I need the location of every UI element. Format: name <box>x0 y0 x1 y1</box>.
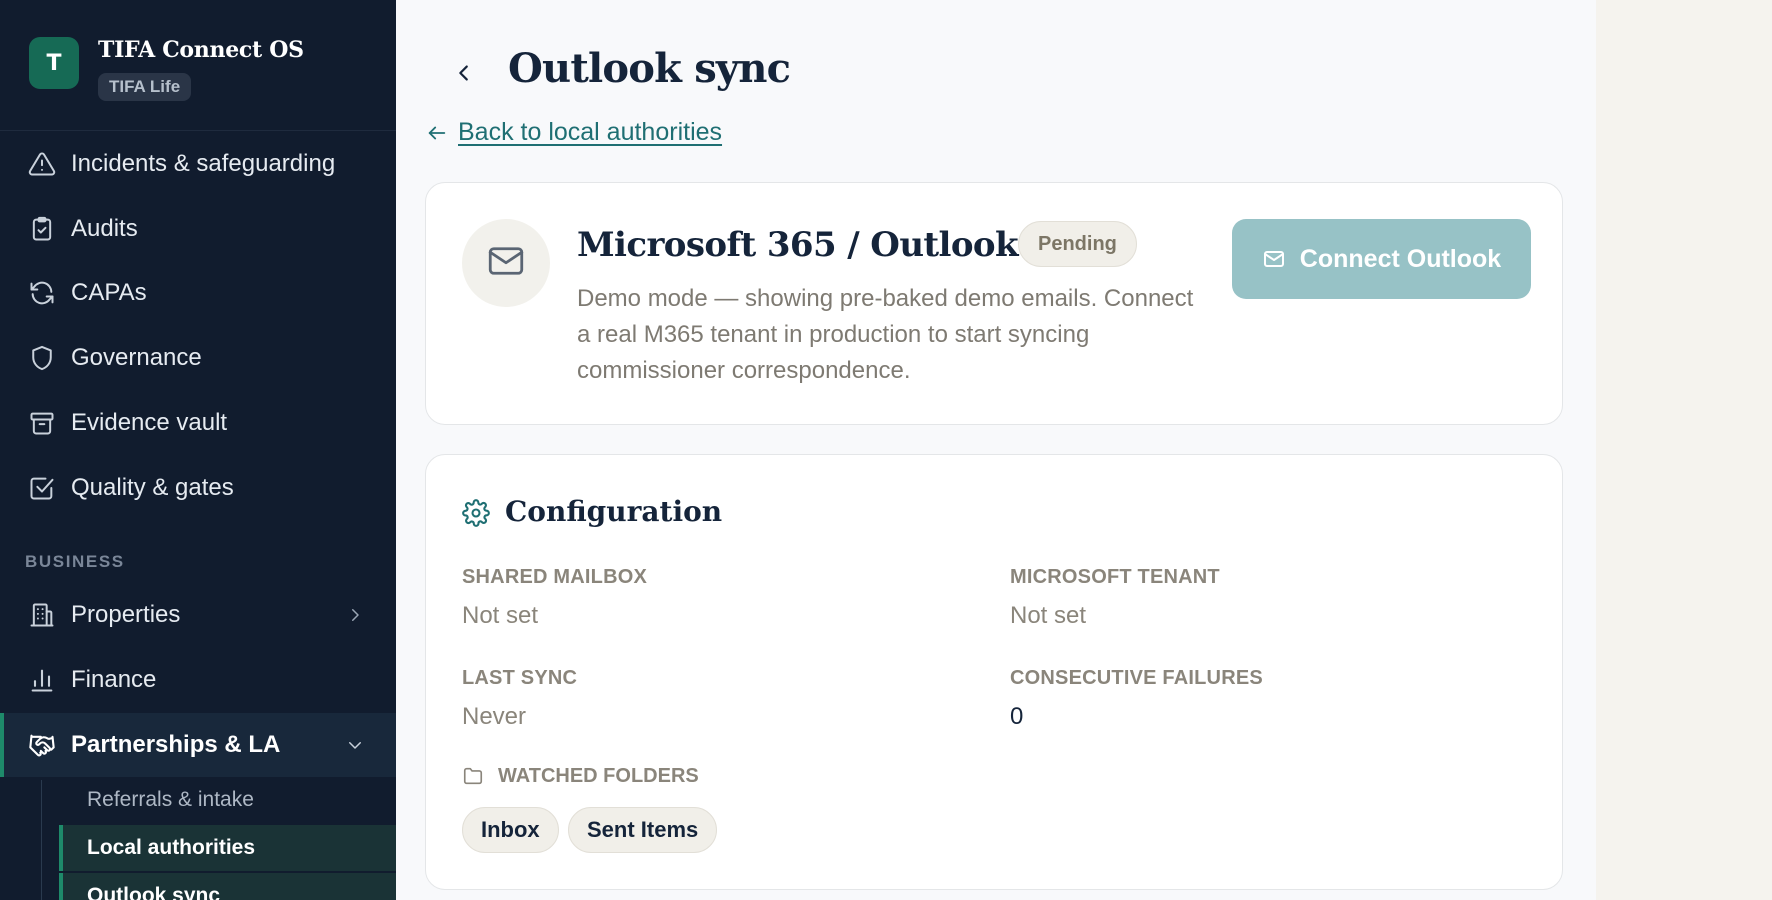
sidebar-item-partnerships[interactable]: Partnerships & LA <box>0 713 396 777</box>
microsoft-tenant-label: MICROSOFT TENANT <box>1010 566 1220 588</box>
sidebar-item-evidence-vault[interactable]: Evidence vault <box>0 391 396 455</box>
provider-description: Demo mode — showing pre-baked demo email… <box>577 285 1194 384</box>
mail-icon <box>1262 246 1288 272</box>
clipboard-check-icon <box>28 215 56 243</box>
back-link-label: Back to local authorities <box>458 118 723 146</box>
connect-outlook-label: Connect Outlook <box>1299 244 1502 273</box>
sidebar-item-label: Properties <box>71 601 181 628</box>
back-to-local-authorities-link[interactable]: Back to local authorities <box>426 118 722 147</box>
provider-title: Microsoft 365 / Outlook <box>577 225 1019 265</box>
sidebar-item-label: Audits <box>71 215 138 242</box>
provider-avatar <box>462 219 550 307</box>
brand: T TIFA Connect OS TIFA Life <box>29 37 304 101</box>
consecutive-failures-value: 0 <box>1010 703 1024 730</box>
sidebar-item-label: Governance <box>71 344 202 371</box>
arrow-left-icon <box>426 121 450 145</box>
submenu-guide-line <box>41 780 42 900</box>
sidebar-item-label: CAPAs <box>71 279 147 306</box>
brand-name: TIFA Connect OS <box>98 37 304 63</box>
shield-icon <box>28 344 56 372</box>
chevron-down-icon <box>344 734 366 756</box>
bar-chart-icon <box>28 666 56 694</box>
archive-icon <box>28 409 56 437</box>
sidebar-subitem-outlook-sync[interactable]: Outlook sync <box>59 873 396 900</box>
alert-triangle-icon <box>28 150 56 178</box>
sidebar-subitem-local-authorities[interactable]: Local authorities <box>59 825 396 871</box>
org-badge[interactable]: TIFA Life <box>98 73 192 101</box>
gear-icon <box>462 499 490 527</box>
last-sync-value: Never <box>462 703 527 730</box>
chevron-right-icon <box>344 604 366 626</box>
configuration-card: Configuration SHARED MAILBOX Not set MIC… <box>425 454 1563 890</box>
refresh-icon <box>28 279 56 307</box>
sidebar-item-finance[interactable]: Finance <box>0 648 396 712</box>
sidebar-item-properties[interactable]: Properties <box>0 583 396 647</box>
section-label-business: BUSINESS <box>25 552 125 571</box>
watched-folders-heading: WATCHED FOLDERS <box>462 764 699 788</box>
sidebar-item-label: Finance <box>71 666 157 693</box>
checkbox-icon <box>28 474 56 502</box>
shared-mailbox-value: Not set <box>462 602 539 629</box>
brand-divider <box>0 130 396 131</box>
brand-logo: T <box>29 37 79 89</box>
sidebar-item-incidents[interactable]: Incidents & safeguarding <box>0 132 396 196</box>
sidebar-item-audits[interactable]: Audits <box>0 197 396 261</box>
sidebar-item-label: Evidence vault <box>71 409 228 436</box>
back-chevron-button[interactable] <box>452 58 476 88</box>
provider-card: Microsoft 365 / Outlook Pending Demo mod… <box>425 182 1563 425</box>
right-margin-panel <box>1596 0 1772 900</box>
sidebar-item-label: Partnerships & LA <box>71 731 281 758</box>
connect-outlook-button[interactable]: Connect Outlook <box>1232 219 1531 299</box>
page-title: Outlook sync <box>508 45 791 92</box>
sidebar: T TIFA Connect OS TIFA Life Incidents & … <box>0 0 396 900</box>
building-icon <box>28 601 56 629</box>
sidebar-item-governance[interactable]: Governance <box>0 326 396 390</box>
folder-chip-sent-items[interactable]: Sent Items <box>568 807 718 853</box>
watched-folders-label: WATCHED FOLDERS <box>498 764 699 787</box>
sidebar-item-label: Quality & gates <box>71 474 234 501</box>
folder-chip-inbox[interactable]: Inbox <box>462 807 559 853</box>
configuration-title: Configuration <box>505 495 723 528</box>
main-content: Outlook sync Back to local authorities M… <box>396 0 1596 900</box>
sidebar-item-label: Incidents & safeguarding <box>71 150 336 177</box>
sidebar-subitem-referrals[interactable]: Referrals & intake <box>59 777 396 823</box>
consecutive-failures-label: CONSECUTIVE FAILURES <box>1010 667 1263 689</box>
last-sync-label: LAST SYNC <box>462 667 578 689</box>
shared-mailbox-label: SHARED MAILBOX <box>462 566 648 588</box>
folder-icon <box>462 764 486 788</box>
microsoft-tenant-value: Not set <box>1010 602 1087 629</box>
mail-icon <box>485 240 527 287</box>
sidebar-item-quality-gates[interactable]: Quality & gates <box>0 456 396 520</box>
status-badge: Pending <box>1018 221 1137 267</box>
handshake-icon <box>28 731 56 759</box>
sidebar-item-capas[interactable]: CAPAs <box>0 261 396 325</box>
